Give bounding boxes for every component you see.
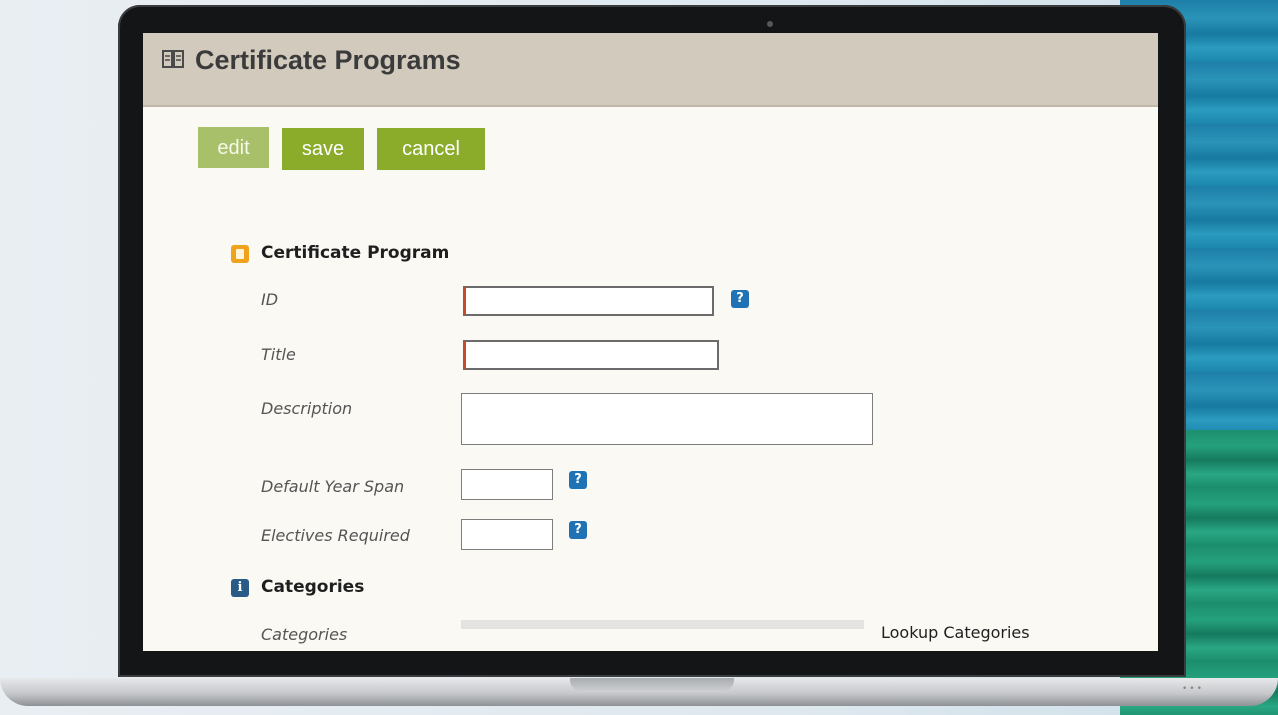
title-field[interactable]: [463, 340, 719, 370]
year-span-help-icon[interactable]: ?: [569, 471, 587, 489]
electives-field[interactable]: [461, 519, 553, 550]
page-title: Certificate Programs: [195, 45, 461, 75]
info-icon: i: [231, 579, 249, 597]
camera-dot: [767, 21, 773, 27]
cancel-button[interactable]: cancel: [377, 128, 485, 170]
id-help-icon[interactable]: ?: [731, 290, 749, 308]
lookup-categories-link[interactable]: Lookup Categories: [881, 623, 1030, 642]
description-field[interactable]: [461, 393, 873, 445]
document-icon: [231, 245, 249, 263]
description-label: Description: [261, 399, 353, 418]
book-open-icon: [162, 50, 184, 68]
app-screen: Certificate Programs edit save cancel Ce…: [143, 33, 1158, 651]
base-dots: •••: [1182, 684, 1204, 694]
year-span-label: Default Year Span: [261, 477, 405, 496]
categories-value-bar: [461, 620, 864, 629]
electives-help-icon[interactable]: ?: [569, 521, 587, 539]
electives-label: Electives Required: [261, 526, 410, 545]
save-button[interactable]: save: [282, 128, 364, 170]
id-label: ID: [261, 290, 279, 309]
section-title-certificate-program: Certificate Program: [261, 243, 450, 263]
title-bar: Certificate Programs: [143, 33, 1158, 107]
edit-button[interactable]: edit: [198, 127, 269, 168]
title-label: Title: [261, 345, 296, 364]
id-field[interactable]: [463, 286, 714, 316]
categories-label: Categories: [261, 625, 348, 644]
laptop-notch: [570, 678, 734, 692]
year-span-field[interactable]: [461, 469, 553, 500]
section-title-categories: Categories: [261, 577, 365, 597]
